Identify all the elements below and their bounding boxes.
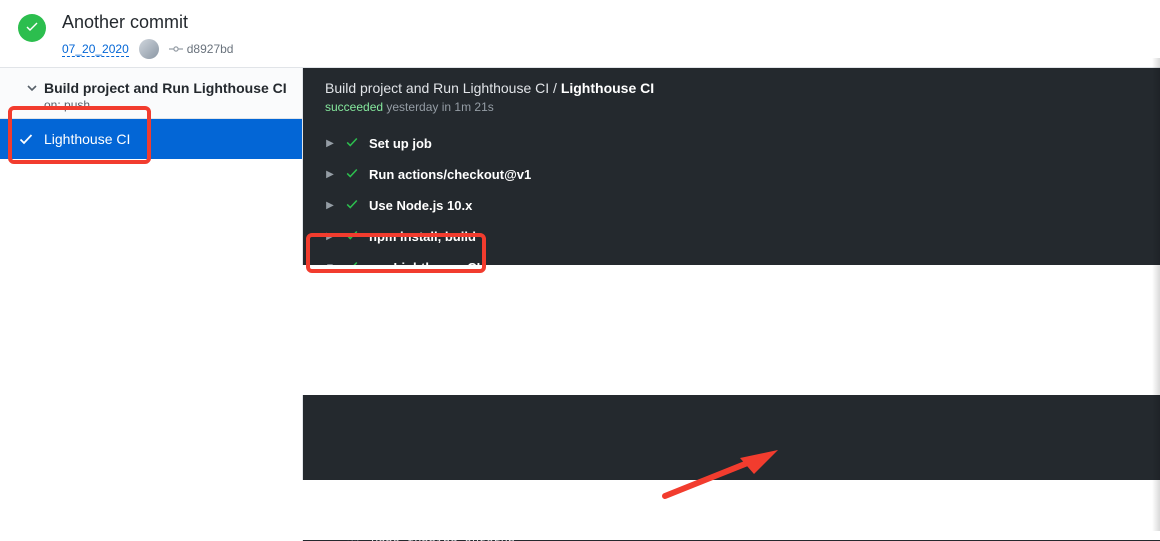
log-line: 9 added 300: [333, 378, 1160, 397]
log-line: 7/opt/hostedtoolcache/node/10.21.0/x64/b…: [333, 341, 1160, 360]
workflow-title: Build project and Run Lighthouse CI: [44, 80, 287, 96]
line-text: added 300: [371, 378, 443, 397]
toggle-icon: ▶: [325, 138, 335, 149]
line-number: 29: [333, 497, 361, 516]
log-step[interactable]: ▼ run Lighthouse CI: [303, 252, 1160, 283]
log-step[interactable]: ▶ npm install, build: [303, 221, 1160, 252]
status-text: succeeded: [325, 100, 383, 114]
line-number: 5: [333, 304, 361, 323]
author-avatar[interactable]: [139, 39, 159, 59]
log-step[interactable]: ▶ Use Node.js 10.x: [303, 190, 1160, 221]
workflow-header[interactable]: Build project and Run Lighthouse CI on: …: [0, 68, 302, 119]
log-line: 31 Done running autorun.: [333, 534, 1160, 541]
step-label: Run actions/checkout@v1: [369, 167, 531, 182]
check-icon: [345, 135, 359, 152]
line-number: 30: [333, 516, 361, 535]
workflow-trigger: on: push: [44, 98, 296, 112]
line-text: npm WARN deprecated request@2.88.2: requ…: [371, 322, 889, 341]
line-number: 7: [333, 341, 361, 360]
step-label: run Lighthouse CI: [369, 260, 480, 275]
line-text: ▸ Run npm install -g @lhci/cli@0.3.x: [371, 285, 629, 304]
check-icon: [345, 259, 359, 276]
line-text: Open the report at https://storage.googl…: [371, 479, 1160, 498]
line-number: 1: [333, 285, 361, 304]
log-step[interactable]: ▶ Set up job: [303, 128, 1160, 159]
line-number: 6: [333, 322, 361, 341]
line-number: 9: [333, 378, 361, 397]
step-label: Use Node.js 10.x: [369, 198, 472, 213]
status-check-icon: [18, 14, 46, 42]
log-line: 6 npm WARN deprecated request@2.88.2: req…: [333, 322, 1160, 341]
breadcrumb-active: Lighthouse CI: [561, 80, 654, 96]
toggle-icon: ▶: [325, 231, 335, 242]
sidebar-job-active[interactable]: Lighthouse CI: [0, 119, 302, 159]
check-icon: [345, 166, 359, 183]
toggle-icon: ▼: [325, 262, 335, 273]
sidebar-job-label: Lighthouse CI: [44, 131, 130, 147]
toggle-icon: ▶: [325, 200, 335, 211]
sidebar: Build project and Run Lighthouse CI on: …: [0, 68, 303, 541]
breadcrumb: Build project and Run Lighthouse CI / Li…: [325, 80, 1138, 96]
line-text: Done running autorun.: [371, 534, 522, 541]
breadcrumb-prefix: Build project and Run Lighthouse CI /: [325, 80, 561, 96]
line-text: /opt/hostedtoolcache/node/10.21.0/x64/bi…: [371, 341, 774, 360]
toggle-icon: ▶: [325, 169, 335, 180]
line-text: + @lhci/cli@0.3.14: [371, 359, 501, 378]
step-label: npm install, build: [369, 229, 476, 244]
line-text: No GitHub token set, skipping.: [371, 497, 587, 516]
commit-sha-text: d8927bd: [187, 42, 234, 56]
step-label: Set up job: [369, 136, 432, 151]
log-line: 30: [333, 516, 1160, 535]
log-line: 5 npm WARN deprecated mkdirp@0.5.1: Legac…: [333, 304, 1160, 323]
branch-link[interactable]: 07_20_2020: [62, 42, 129, 57]
line-number: 31: [333, 534, 361, 541]
check-icon: [18, 131, 34, 147]
check-icon: [345, 197, 359, 214]
line-text: npm WARN deprecated mkdirp@0.5.1: Legacy…: [371, 304, 998, 323]
line-number: 8: [333, 359, 361, 378]
commit-sha[interactable]: d8927bd: [169, 42, 234, 56]
log-panel: Build project and Run Lighthouse CI / Li…: [303, 68, 1160, 541]
log-line: 29 No GitHub token set, skipping.: [333, 497, 1160, 516]
chevron-down-icon: [26, 82, 38, 94]
log-line: 1 ▸ Run npm install -g @lhci/cli@0.3.x: [333, 285, 1160, 304]
job-status: succeeded yesterday in 1m 21s: [325, 100, 1138, 114]
log-step[interactable]: ▶ Run actions/checkout@v1: [303, 159, 1160, 190]
log-line: 8 + @lhci/cli@0.3.14: [333, 359, 1160, 378]
commit-title: Another commit: [62, 12, 233, 33]
log-line: Open the report at https://storage.googl…: [333, 479, 1160, 498]
status-rest: yesterday in 1m 21s: [383, 100, 494, 114]
commit-header: Another commit 07_20_2020 d8927bd: [0, 0, 1160, 67]
check-icon: [345, 228, 359, 245]
